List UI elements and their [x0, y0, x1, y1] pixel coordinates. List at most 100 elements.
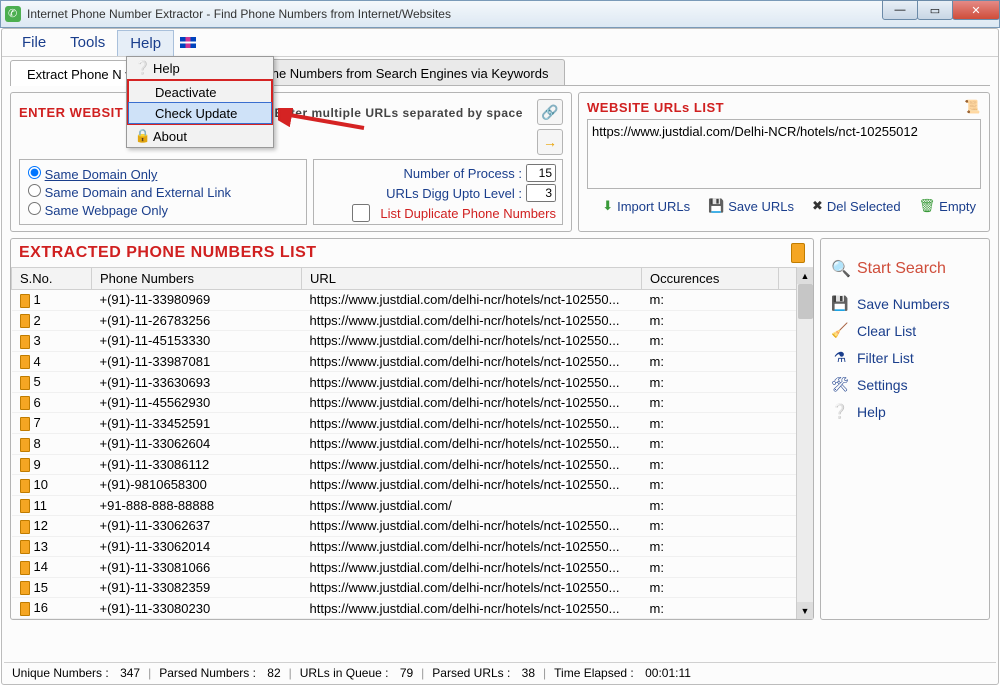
phone-row-icon [20, 581, 30, 595]
num-process-input[interactable] [526, 164, 556, 182]
help-menu-help[interactable]: ❔Help [127, 57, 273, 79]
scroll-icon: 📜 [964, 99, 981, 115]
table-row[interactable]: 12+(91)-11-33062637https://www.justdial.… [12, 516, 813, 537]
menu-file[interactable]: File [10, 30, 58, 55]
del-selected-button[interactable]: ✖Del Selected [807, 195, 906, 217]
menubar: File Tools Help [2, 29, 998, 57]
table-row[interactable]: 11+91-888-888-88888https://www.justdial.… [12, 495, 813, 516]
table-row[interactable]: 14+(91)-11-33081066https://www.justdial.… [12, 557, 813, 578]
url-list-item[interactable]: https://www.justdial.com/Delhi-NCR/hotel… [592, 124, 976, 139]
phone-row-icon [20, 314, 30, 328]
status-purls-label: Parsed URLs : [432, 666, 510, 680]
table-row[interactable]: 1+(91)-11-33980969https://www.justdial.c… [12, 290, 813, 311]
opt-same-domain[interactable]: Same Domain Only [28, 166, 298, 182]
opt-same-external[interactable]: Same Domain and External Link [28, 184, 298, 200]
flag-uk-icon[interactable] [180, 37, 196, 48]
settings-button[interactable]: 🛠Settings [831, 376, 979, 393]
delete-icon: ✖ [812, 198, 823, 214]
dup-label: List Duplicate Phone Numbers [380, 206, 556, 221]
crawl-scope-options: Same Domain Only Same Domain and Externa… [19, 159, 307, 225]
app-icon [5, 6, 21, 22]
table-row[interactable]: 15+(91)-11-33082359https://www.justdial.… [12, 577, 813, 598]
results-scrollbar[interactable]: ▲ ▼ [796, 267, 813, 619]
digg-level-input[interactable] [526, 184, 556, 202]
help-menu-about[interactable]: 🔒About [127, 125, 273, 147]
results-table: S.No. Phone Numbers URL Occurences 1+(91… [11, 267, 813, 619]
table-row[interactable]: 3+(91)-11-45153330https://www.justdial.c… [12, 331, 813, 352]
table-row[interactable]: 6+(91)-11-45562930https://www.justdial.c… [12, 392, 813, 413]
empty-button[interactable]: 🗑Empty [914, 195, 981, 217]
phone-row-icon [20, 438, 30, 452]
help-icon: ❔ [133, 60, 153, 76]
urls-list-panel: WEBSITE URLs LIST 📜 https://www.justdial.… [578, 92, 990, 232]
go-button[interactable]: → [537, 129, 563, 155]
phone-badge-icon [791, 243, 805, 263]
clear-list-button[interactable]: 🧹Clear List [831, 322, 979, 339]
help-dropdown: ❔Help Deactivate Check Update 🔒About [126, 56, 274, 148]
menu-tools[interactable]: Tools [58, 30, 117, 55]
table-row[interactable]: 2+(91)-11-26783256https://www.justdial.c… [12, 310, 813, 331]
table-row[interactable]: 8+(91)-11-33062604https://www.justdial.c… [12, 433, 813, 454]
empty-icon: 🗑 [919, 198, 936, 214]
table-row[interactable]: 13+(91)-11-33062014https://www.justdial.… [12, 536, 813, 557]
close-button[interactable]: ✕ [952, 0, 1000, 20]
urls-panel-title: WEBSITE URLs LIST [587, 100, 724, 115]
filter-icon: ⚗ [831, 349, 849, 366]
start-search-button[interactable]: 🔍Start Search [831, 259, 979, 279]
import-icon: ⬇ [602, 198, 613, 214]
minimize-button[interactable]: — [882, 0, 918, 20]
phone-row-icon [20, 458, 30, 472]
crawl-params: Number of Process : URLs Digg Upto Level… [313, 159, 563, 225]
save-urls-button[interactable]: 💾Save URLs [703, 195, 799, 217]
scroll-up[interactable]: ▲ [797, 267, 813, 284]
status-unique-label: Unique Numbers : [12, 666, 109, 680]
help-menu-check-update[interactable]: Check Update [128, 102, 272, 124]
status-parsed: 82 [267, 666, 280, 680]
extracted-list-panel: EXTRACTED PHONE NUMBERS LIST S.No. Phone… [10, 238, 814, 620]
num-process-label: Number of Process : [404, 166, 523, 181]
menu-help[interactable]: Help [117, 30, 174, 56]
col-phone[interactable]: Phone Numbers [92, 268, 302, 290]
save-numbers-button[interactable]: 💾Save Numbers [831, 295, 979, 312]
table-row[interactable]: 4+(91)-11-33987081https://www.justdial.c… [12, 351, 813, 372]
table-row[interactable]: 9+(91)-11-33086112https://www.justdial.c… [12, 454, 813, 475]
phone-row-icon [20, 355, 30, 369]
enter-website-panel: ENTER WEBSIT Enter multiple URLs separat… [10, 92, 572, 232]
status-queue-label: URLs in Queue : [300, 666, 389, 680]
status-queue: 79 [400, 666, 413, 680]
phone-row-icon [20, 294, 30, 308]
filter-list-button[interactable]: ⚗Filter List [831, 349, 979, 366]
save-icon: 💾 [708, 198, 724, 214]
urls-listbox[interactable]: https://www.justdial.com/Delhi-NCR/hotel… [587, 119, 981, 189]
maximize-button[interactable]: ▭ [917, 0, 953, 20]
table-row[interactable]: 16+(91)-11-33080230https://www.justdial.… [12, 598, 813, 619]
col-url[interactable]: URL [302, 268, 642, 290]
status-purls: 38 [522, 666, 535, 680]
phone-row-icon [20, 417, 30, 431]
col-occ[interactable]: Occurences [642, 268, 779, 290]
phone-row-icon [20, 479, 30, 493]
phone-row-icon [20, 602, 30, 616]
table-row[interactable]: 7+(91)-11-33452591https://www.justdial.c… [12, 413, 813, 434]
col-sno[interactable]: S.No. [12, 268, 92, 290]
help-button[interactable]: ❔Help [831, 403, 979, 420]
status-time-label: Time Elapsed : [554, 666, 634, 680]
link-icon[interactable]: 🔗 [537, 99, 563, 125]
scroll-down[interactable]: ▼ [797, 602, 813, 619]
dup-checkbox[interactable] [346, 204, 376, 222]
phone-row-icon [20, 376, 30, 390]
table-row[interactable]: 10+(91)-9810658300https://www.justdial.c… [12, 475, 813, 496]
side-actions-panel: 🔍Start Search 💾Save Numbers 🧹Clear List … [820, 238, 990, 620]
enter-panel-title: ENTER WEBSIT [19, 105, 123, 120]
titlebar: Internet Phone Number Extractor - Find P… [0, 0, 1000, 28]
disk-icon: 💾 [831, 295, 849, 312]
status-time: 00:01:11 [645, 666, 691, 680]
opt-same-webpage[interactable]: Same Webpage Only [28, 202, 298, 218]
phone-row-icon [20, 520, 30, 534]
import-urls-button[interactable]: ⬇Import URLs [597, 195, 695, 217]
table-row[interactable]: 5+(91)-11-33630693https://www.justdial.c… [12, 372, 813, 393]
digg-level-label: URLs Digg Upto Level : [386, 186, 522, 201]
help-menu-deactivate[interactable]: Deactivate [129, 81, 271, 103]
scroll-thumb[interactable] [798, 284, 813, 319]
extracted-title: EXTRACTED PHONE NUMBERS LIST [19, 244, 317, 262]
